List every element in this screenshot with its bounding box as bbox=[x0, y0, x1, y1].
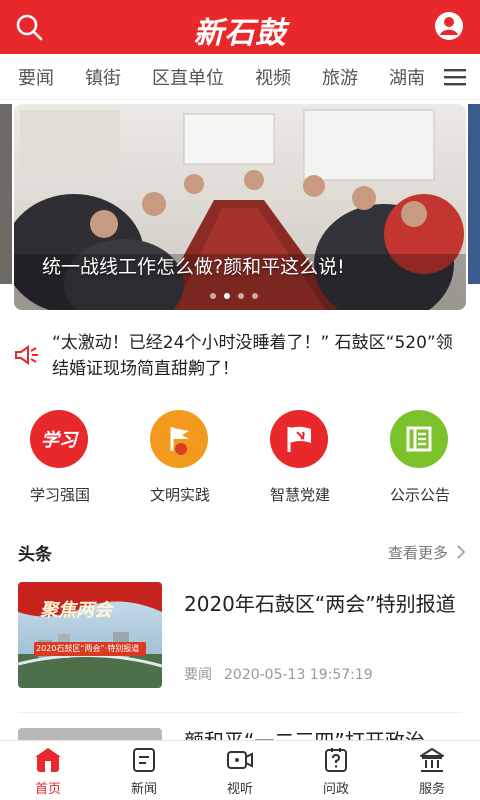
user-icon[interactable] bbox=[434, 11, 464, 41]
nav-service[interactable]: 服务 bbox=[384, 741, 480, 800]
home-icon bbox=[35, 748, 61, 772]
thumb-subtitle: 2020石鼓区“两会”·特别报道 bbox=[36, 644, 140, 653]
category-tabs: 要闻 镇街 区直单位 视频 旅游 湖南 bbox=[0, 54, 480, 100]
quick-links: 学习 学习强国 文明实践 智慧党建 公示公告 bbox=[0, 410, 480, 510]
carousel-dot bbox=[210, 293, 216, 299]
view-more-link[interactable]: 查看更多 bbox=[388, 542, 448, 563]
news-thumbnail: 聚焦两会 2020石鼓区“两会”·特别报道 bbox=[18, 582, 162, 688]
nav-label: 首页 bbox=[34, 782, 61, 797]
news-headline[interactable]: 颜和平“一二三四”打开政治 bbox=[184, 726, 425, 740]
party-flag-glyph bbox=[287, 426, 311, 452]
menu-icon[interactable] bbox=[444, 67, 466, 87]
nav-news[interactable]: 新闻 bbox=[96, 741, 192, 800]
quick-link-label: 公示公告 bbox=[389, 486, 450, 504]
bottom-nav: 首页 新闻 视听 问政 服务 bbox=[0, 740, 480, 800]
banner-next-peek[interactable] bbox=[468, 104, 480, 284]
carousel-dot bbox=[252, 293, 258, 299]
carousel-indicator bbox=[210, 293, 258, 299]
nav-home[interactable]: 首页 bbox=[0, 741, 96, 800]
quick-link-label: 文明实践 bbox=[149, 486, 210, 504]
tab-lvyou[interactable]: 旅游 bbox=[322, 64, 358, 90]
notice-bar[interactable]: “太激动！已经24个小时没睡着了！” 石鼓区“520”领结婚证现场简直甜齁了！ bbox=[14, 326, 466, 386]
nav-label: 服务 bbox=[418, 782, 445, 797]
tab-yaowen[interactable]: 要闻 bbox=[18, 64, 54, 90]
section-title: 头条 bbox=[18, 545, 52, 565]
tab-hunan[interactable]: 湖南 bbox=[389, 64, 425, 90]
quick-link-label: 学习强国 bbox=[29, 486, 90, 504]
notice-board-glyph bbox=[406, 426, 432, 452]
news-item[interactable]: 聚焦两会 2020石鼓区“两会”·特别报道 2020年石鼓区“两会”特别报道 要… bbox=[18, 582, 462, 692]
headline-section-header: 头条 查看更多 bbox=[0, 536, 480, 566]
app-logo: 新石鼓 bbox=[193, 16, 287, 51]
news-icon bbox=[133, 748, 155, 772]
nav-video[interactable]: 视听 bbox=[192, 741, 288, 800]
xuexi-icon: 学习 bbox=[30, 410, 88, 468]
flag-icon bbox=[150, 410, 208, 468]
nav-wenzheng[interactable]: 问政 bbox=[288, 741, 384, 800]
banner-carousel[interactable] bbox=[14, 104, 466, 310]
chevron-right-icon[interactable] bbox=[456, 544, 466, 560]
banner-image bbox=[14, 104, 466, 310]
quick-link-dangjian[interactable]: 智慧党建 bbox=[240, 410, 360, 510]
tab-quzhi[interactable]: 区直单位 bbox=[152, 64, 224, 90]
divider bbox=[18, 712, 462, 713]
news-meta: 要闻 2020-05-13 19:57:19 bbox=[184, 664, 373, 684]
carousel-dot-active bbox=[224, 293, 230, 299]
thumb-title: 聚焦两会 bbox=[40, 600, 112, 621]
banner-caption[interactable]: 统一战线工作怎么做?颜和平这么说! bbox=[42, 252, 345, 279]
quick-link-wenming[interactable]: 文明实践 bbox=[120, 410, 240, 510]
banner-prev-peek[interactable] bbox=[0, 104, 12, 284]
carousel-dot bbox=[238, 293, 244, 299]
app-header: 新石鼓 bbox=[0, 0, 480, 54]
nav-label: 视听 bbox=[226, 782, 253, 797]
tab-zhenjie[interactable]: 镇街 bbox=[85, 64, 121, 90]
nav-label: 问政 bbox=[322, 782, 349, 797]
tab-shipin[interactable]: 视频 bbox=[255, 64, 291, 90]
quick-link-xuexi[interactable]: 学习 学习强国 bbox=[0, 410, 120, 510]
nav-label: 新闻 bbox=[130, 782, 157, 797]
question-icon bbox=[325, 748, 347, 772]
xuexi-glyph: 学习 bbox=[41, 430, 77, 451]
news-timestamp: 2020-05-13 19:57:19 bbox=[224, 667, 373, 683]
notice-board-icon bbox=[390, 410, 448, 468]
quick-link-label: 智慧党建 bbox=[269, 486, 330, 504]
video-icon bbox=[227, 751, 253, 769]
quick-link-gongshi[interactable]: 公示公告 bbox=[360, 410, 480, 510]
flag-glyph bbox=[170, 427, 189, 455]
speaker-icon bbox=[15, 345, 38, 365]
news-category: 要闻 bbox=[184, 667, 212, 683]
tab-list: 要闻 镇街 区直单位 视频 旅游 湖南 bbox=[0, 54, 436, 100]
party-flag-icon bbox=[270, 410, 328, 468]
news-headline[interactable]: 2020年石鼓区“两会”特别报道 bbox=[184, 588, 460, 620]
notice-text[interactable]: “太激动！已经24个小时没睡着了！” 石鼓区“520”领结婚证现场简直甜齁了！ bbox=[52, 330, 462, 382]
service-icon bbox=[420, 748, 444, 772]
